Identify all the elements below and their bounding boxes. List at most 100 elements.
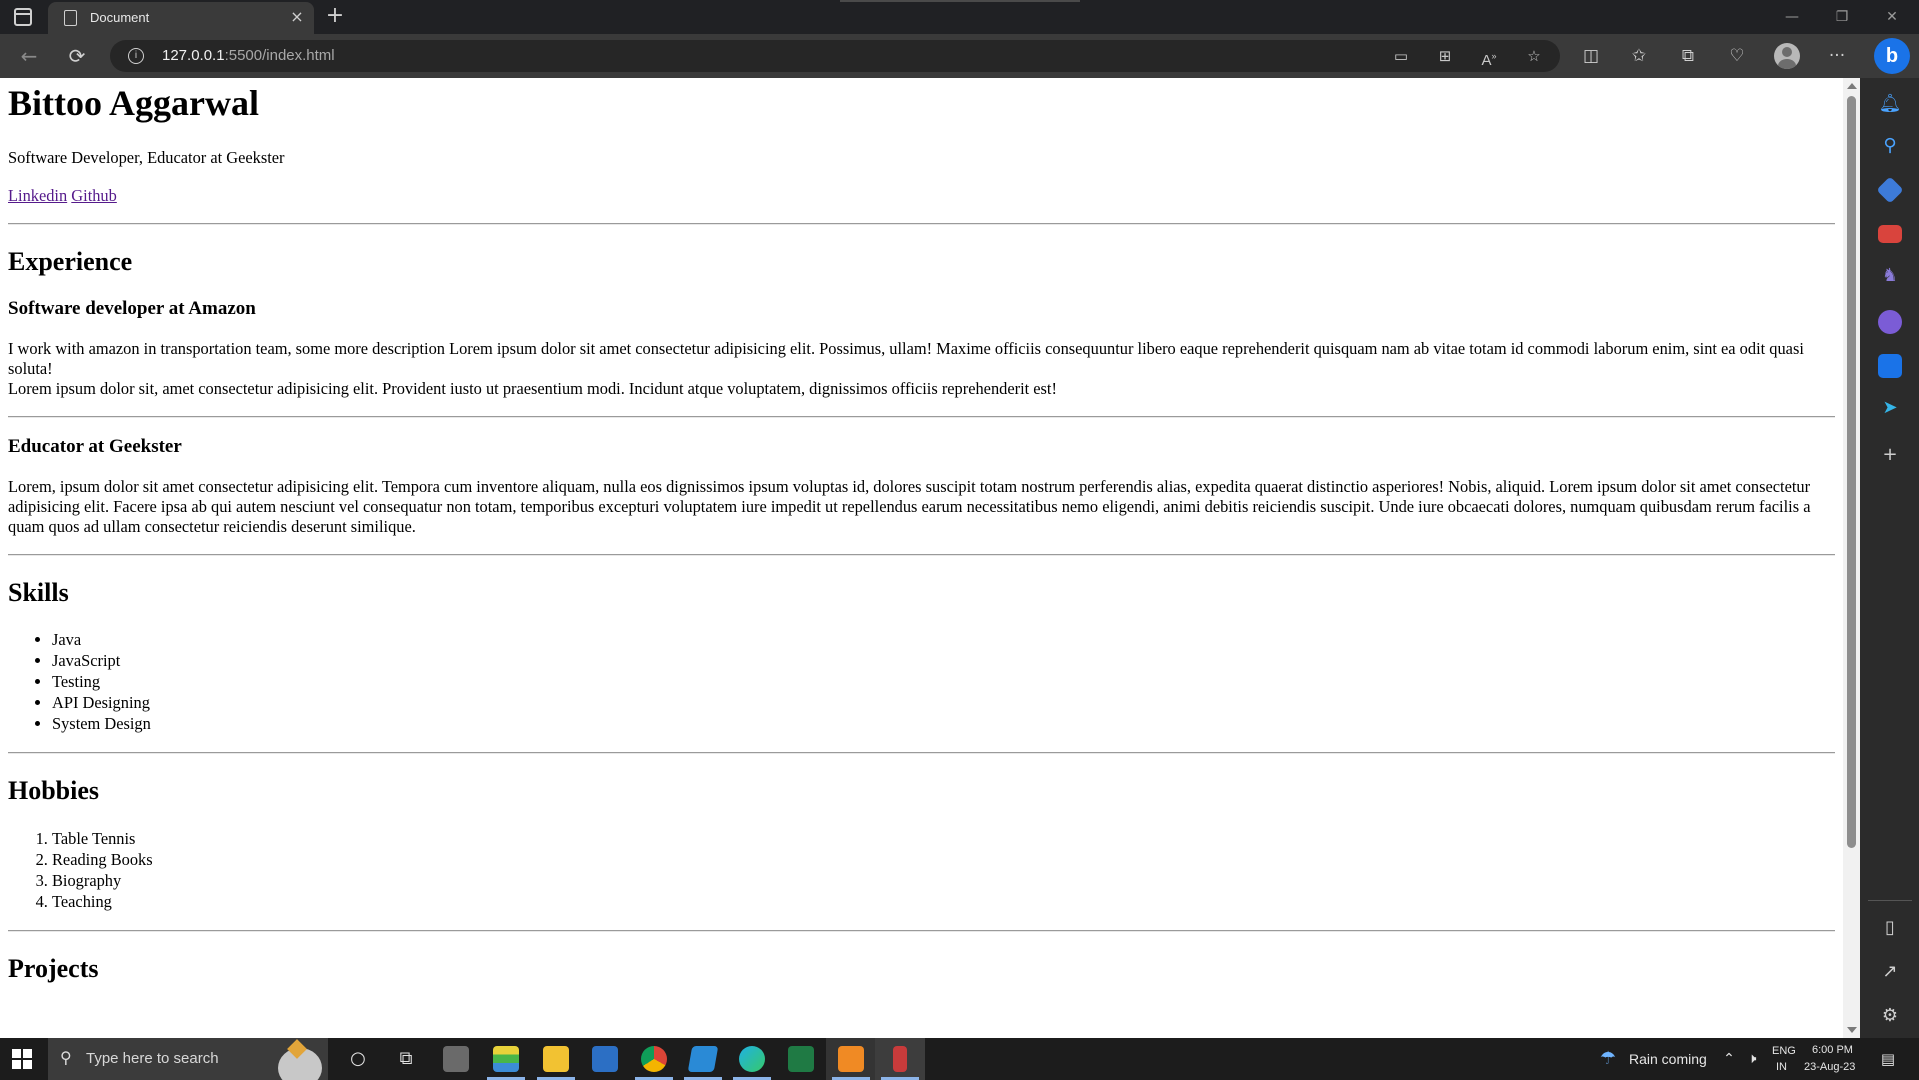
bluestacks-icon[interactable] (493, 1046, 519, 1072)
address-bar[interactable]: i 127.0.0.1:5500/index.html ▭ ⊞ A» ☆ (110, 40, 1560, 72)
clock-time[interactable]: 6:00 PM (1812, 1044, 1853, 1056)
close-tab-icon[interactable]: × (288, 8, 306, 26)
scroll-thumb[interactable] (1847, 96, 1856, 848)
tab-actions-icon[interactable] (14, 8, 32, 26)
windows-taskbar: ⚲ Type here to search ○ ⧉ ☂ Rain coming … (0, 1038, 1919, 1080)
hide-sidebar-icon[interactable]: ▯ (1876, 916, 1904, 940)
list-item: Table Tennis (52, 828, 1835, 849)
clock-date[interactable]: 23-Aug-23 (1804, 1061, 1855, 1073)
url-text[interactable]: 127.0.0.1:5500/index.html (162, 47, 335, 64)
hobbies-list: Table Tennis Reading Books Biography Tea… (8, 828, 1835, 912)
photos-app-icon[interactable] (592, 1046, 618, 1072)
browser-toolbar: ← ⟳ i 127.0.0.1:5500/index.html ▭ ⊞ A» ☆… (0, 34, 1919, 78)
vscode-icon[interactable] (687, 1046, 719, 1072)
job-description: Lorem, ipsum dolor sit amet consectetur … (8, 477, 1811, 536)
close-window-button[interactable]: ✕ (1877, 6, 1907, 28)
document-icon (64, 10, 77, 26)
resume-content: Bittoo Aggarwal Software Developer, Educ… (0, 78, 1843, 984)
extensions-grid-icon[interactable]: ⊞ (1434, 46, 1456, 66)
scroll-up-arrow-icon[interactable] (1847, 83, 1857, 89)
favorites-icon[interactable]: ✩ (1626, 44, 1652, 68)
restore-button[interactable]: ❐ (1827, 6, 1857, 28)
split-screen-icon[interactable]: ◫ (1578, 44, 1604, 68)
divider (8, 752, 1835, 755)
edge-browser-icon[interactable] (739, 1046, 765, 1072)
file-manager-app-icon[interactable] (443, 1046, 469, 1072)
refresh-button[interactable]: ⟳ (62, 42, 92, 70)
browser-titlebar: Document × + — ❐ ✕ (0, 0, 1919, 34)
browser-tab[interactable]: Document × (48, 2, 314, 34)
weather-status[interactable]: Rain coming (1629, 1051, 1707, 1067)
list-item: JavaScript (52, 650, 1835, 671)
weather-umbrella-icon[interactable]: ☂ (1594, 1046, 1622, 1072)
read-aloud-icon[interactable]: A» (1478, 46, 1500, 69)
edge-sidebar: 🔔︎ ⚲ ♞ ➤ + ▯ ↗ ⚙ (1860, 78, 1919, 1038)
shopping-tag-icon[interactable] (1876, 176, 1904, 204)
cortana-icon[interactable]: ○ (344, 1046, 372, 1072)
list-item: Teaching (52, 891, 1835, 912)
list-item: API Designing (52, 692, 1835, 713)
app-available-icon[interactable]: ▭ (1390, 46, 1412, 66)
divider (8, 223, 1835, 226)
list-item: Biography (52, 870, 1835, 891)
file-explorer-icon[interactable] (543, 1046, 569, 1072)
favorite-star-icon[interactable]: ☆ (1523, 46, 1545, 66)
search-highlight-image (256, 1038, 326, 1080)
notification-center-icon[interactable]: ▤ (1874, 1046, 1902, 1072)
back-button[interactable]: ← (14, 42, 44, 70)
taskbar-search-box[interactable]: ⚲ Type here to search (48, 1038, 328, 1080)
excel-icon[interactable] (788, 1046, 814, 1072)
skills-list: Java JavaScript Testing API Designing Sy… (8, 629, 1835, 734)
list-item: System Design (52, 713, 1835, 734)
tagline: Software Developer, Educator at Geekster (8, 147, 285, 167)
linkedin-link[interactable]: Linkedin (8, 186, 67, 205)
list-item: Java (52, 629, 1835, 650)
browser-essentials-icon[interactable]: ♡ (1724, 44, 1750, 68)
minimize-button[interactable]: — (1777, 6, 1807, 28)
outlook-icon[interactable] (1878, 354, 1902, 378)
bing-copilot-icon[interactable]: b (1874, 38, 1910, 74)
hobbies-heading: Hobbies (8, 776, 100, 806)
add-sidebar-app-icon[interactable]: + (1876, 443, 1904, 467)
site-info-icon[interactable]: i (128, 48, 144, 64)
microsoft365-icon[interactable] (1878, 310, 1902, 334)
github-link[interactable]: Github (71, 186, 117, 205)
notifications-bell-icon[interactable]: 🔔︎ (1876, 92, 1904, 116)
sidebar-search-icon[interactable]: ⚲ (1876, 134, 1904, 158)
social-links: Linkedin Github (8, 186, 1835, 206)
search-placeholder: Type here to search (86, 1050, 219, 1067)
collections-icon[interactable]: ⧉ (1675, 44, 1701, 68)
more-menu-icon[interactable]: ··· (1824, 44, 1850, 68)
divider (8, 929, 1835, 932)
language-indicator[interactable]: ENG (1772, 1045, 1796, 1057)
sidebar-settings-gear-icon[interactable]: ⚙ (1876, 1004, 1904, 1028)
list-item: Reading Books (52, 849, 1835, 870)
windows-start-icon[interactable] (12, 1049, 32, 1069)
new-tab-button[interactable]: + (322, 4, 348, 30)
region-indicator[interactable]: IN (1776, 1061, 1787, 1073)
tab-title: Document (90, 10, 150, 25)
page-scrollbar[interactable] (1843, 78, 1860, 1038)
job-title: Educator at Geekster (8, 436, 182, 458)
page-title: Bittoo Aggarwal (8, 83, 259, 123)
games-chess-icon[interactable]: ♞ (1876, 264, 1904, 288)
divider (8, 416, 1835, 419)
external-link-icon[interactable]: ↗ (1876, 960, 1904, 984)
chrome-icon[interactable] (641, 1046, 667, 1072)
projects-heading: Projects (8, 953, 99, 983)
profile-avatar[interactable] (1774, 43, 1800, 69)
page-viewport: Bittoo Aggarwal Software Developer, Educ… (0, 78, 1843, 1038)
presentation-app-icon[interactable] (893, 1046, 907, 1072)
tools-briefcase-icon[interactable] (1878, 225, 1902, 243)
list-item: Testing (52, 671, 1835, 692)
sublime-text-icon[interactable] (838, 1046, 864, 1072)
divider (8, 554, 1835, 557)
task-view-icon[interactable]: ⧉ (392, 1046, 420, 1072)
skills-heading: Skills (8, 578, 69, 608)
drop-send-icon[interactable]: ➤ (1876, 396, 1904, 420)
volume-icon[interactable]: 🕨︎ (1738, 1046, 1766, 1072)
sidebar-divider (1868, 900, 1912, 901)
search-icon: ⚲ (60, 1048, 72, 1067)
window-drag-area (840, 0, 1080, 2)
scroll-down-arrow-icon[interactable] (1847, 1027, 1857, 1033)
